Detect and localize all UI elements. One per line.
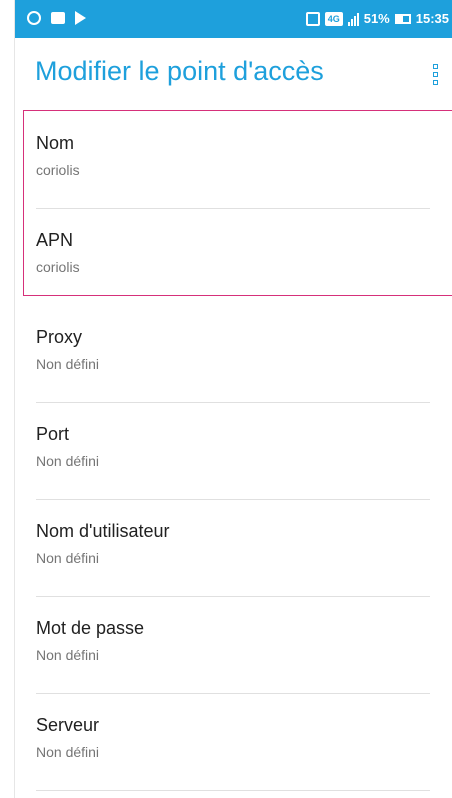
setting-label: Mot de passe bbox=[36, 618, 145, 638]
status-right-icons: 4G 51% 15:35 bbox=[305, 11, 449, 26]
setting-item-proxy[interactable]: Proxy Non défini bbox=[15, 306, 452, 403]
app-bar: Modifier le point d'accès bbox=[15, 38, 452, 108]
setting-item-server[interactable]: Serveur Non défini bbox=[15, 694, 452, 791]
setting-label: Proxy bbox=[36, 327, 83, 347]
clock: 15:35 bbox=[415, 11, 449, 26]
setting-item-apn[interactable]: APN coriolis bbox=[15, 209, 452, 306]
image-icon bbox=[51, 12, 65, 24]
setting-label: APN bbox=[36, 230, 74, 250]
more-vert-icon[interactable] bbox=[421, 56, 449, 92]
battery-percent: 51% bbox=[363, 11, 390, 26]
setting-label: Port bbox=[36, 424, 70, 444]
setting-value: Non défini bbox=[36, 453, 100, 469]
setting-label: Nom bbox=[36, 133, 75, 153]
setting-item-password[interactable]: Mot de passe Non défini bbox=[15, 597, 452, 694]
setting-item-username[interactable]: Nom d'utilisateur Non défini bbox=[15, 500, 452, 597]
setting-value: Non défini bbox=[36, 550, 100, 566]
divider bbox=[36, 790, 430, 791]
play-store-icon bbox=[75, 11, 86, 25]
setting-value: Non défini bbox=[36, 647, 100, 663]
sync-icon bbox=[27, 11, 41, 25]
setting-item-port[interactable]: Port Non défini bbox=[15, 403, 452, 500]
signal-icon bbox=[347, 12, 359, 26]
setting-value: coriolis bbox=[36, 259, 80, 275]
setting-item-nom[interactable]: Nom coriolis bbox=[15, 112, 452, 209]
setting-value: Non défini bbox=[36, 744, 100, 760]
status-left-icons bbox=[27, 11, 86, 25]
network-type-badge: 4G bbox=[324, 11, 343, 26]
battery-icon bbox=[394, 13, 411, 24]
setting-value: Non défini bbox=[36, 356, 100, 372]
apn-settings-list: Nom coriolis APN coriolis Proxy Non défi… bbox=[15, 112, 452, 791]
setting-label: Serveur bbox=[36, 715, 100, 735]
status-bar: 4G 51% 15:35 bbox=[15, 0, 452, 38]
apn-edit-screen: 4G 51% 15:35 Modifier le point d'accès N… bbox=[14, 0, 452, 798]
vibrate-icon bbox=[305, 11, 320, 26]
page-title: Modifier le point d'accès bbox=[35, 56, 324, 86]
setting-label: Nom d'utilisateur bbox=[36, 521, 170, 541]
setting-value: coriolis bbox=[36, 162, 80, 178]
